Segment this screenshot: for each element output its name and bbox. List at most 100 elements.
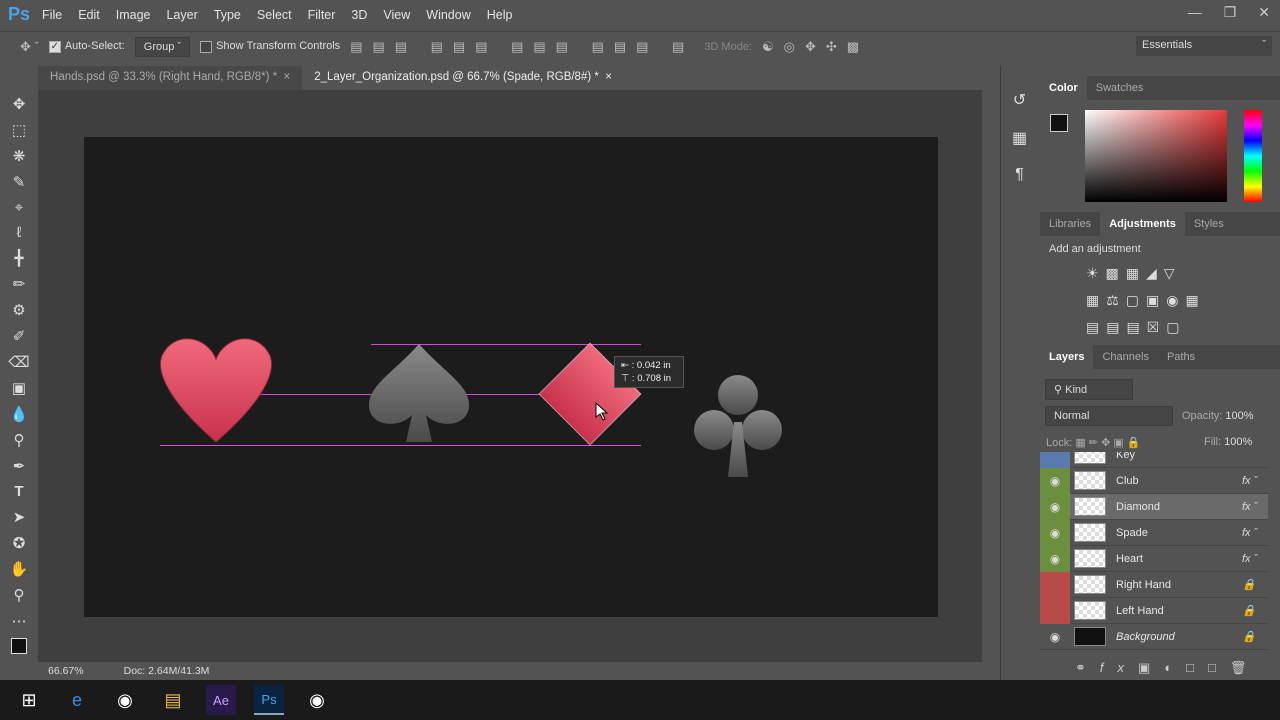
layer-row[interactable]: Right Hand 🔒 bbox=[1040, 571, 1268, 598]
history-panel-icon[interactable]: ↺ bbox=[1013, 90, 1026, 110]
type-tool-icon[interactable]: T bbox=[14, 483, 23, 500]
layer-actions[interactable]: ⚭fx▣◐□□🗑 bbox=[1075, 660, 1260, 676]
quick-select-icon[interactable]: ✎ bbox=[13, 173, 26, 191]
tab-hands[interactable]: Hands.psd @ 33.3% (Right Hand, RGB/8*) *… bbox=[38, 66, 303, 90]
color-field[interactable] bbox=[1085, 110, 1227, 202]
spade-shape[interactable] bbox=[369, 344, 469, 442]
auto-select-dropdown[interactable]: Group ˇ bbox=[134, 36, 191, 57]
close-tab-icon[interactable]: × bbox=[283, 71, 290, 83]
tab-styles[interactable]: Styles bbox=[1185, 212, 1233, 236]
zoom-level[interactable]: 66.67% bbox=[48, 665, 84, 677]
visibility-toggle[interactable] bbox=[1040, 452, 1070, 468]
marquee-tool-icon[interactable]: ⬚ bbox=[12, 121, 26, 139]
layer-row[interactable]: ◉ Club fx ˇ bbox=[1040, 467, 1268, 494]
more-tools-icon[interactable]: ⋯ bbox=[12, 612, 27, 630]
eye-icon[interactable]: ◉ bbox=[1040, 467, 1070, 494]
eye-icon[interactable]: ◉ bbox=[1040, 545, 1070, 572]
layer-row[interactable]: ◉ Spade fx ˇ bbox=[1040, 519, 1268, 546]
tab-layers[interactable]: Layers bbox=[1040, 345, 1094, 369]
history-brush-icon[interactable]: ✐ bbox=[13, 327, 26, 345]
fill-control[interactable]: Fill: 100% bbox=[1204, 436, 1252, 448]
fx-icon[interactable]: fx ˇ bbox=[1242, 527, 1268, 539]
menu-edit[interactable]: Edit bbox=[78, 8, 100, 22]
character-panel-icon[interactable]: ¶ bbox=[1015, 166, 1024, 184]
heart-shape[interactable] bbox=[160, 338, 272, 443]
fx-icon[interactable]: fx ˇ bbox=[1242, 553, 1268, 565]
foreground-color-swatch[interactable] bbox=[11, 638, 27, 654]
fx-icon[interactable]: fx ˇ bbox=[1242, 475, 1268, 487]
doc-size[interactable]: Doc: 2.64M/41.3M bbox=[124, 665, 210, 677]
menu-image[interactable]: Image bbox=[116, 8, 151, 22]
menu-help[interactable]: Help bbox=[487, 8, 513, 22]
club-shape[interactable] bbox=[694, 375, 782, 477]
auto-select-checkbox[interactable]: ✓ Auto-Select: bbox=[48, 40, 125, 53]
workspace-dropdown[interactable]: Essentials ˇ bbox=[1136, 36, 1272, 56]
shape-tool-icon[interactable]: ✪ bbox=[13, 534, 26, 552]
layer-row[interactable]: Left Hand 🔒 bbox=[1040, 597, 1268, 624]
hand-tool-icon[interactable]: ✋ bbox=[10, 560, 29, 578]
close-tab-icon[interactable]: × bbox=[605, 71, 612, 83]
visibility-toggle[interactable] bbox=[1040, 571, 1070, 598]
visibility-toggle[interactable] bbox=[1040, 597, 1070, 624]
brush-tool-icon[interactable]: ✏ bbox=[13, 275, 26, 293]
path-select-icon[interactable]: ➤ bbox=[13, 508, 26, 526]
tab-swatches[interactable]: Swatches bbox=[1087, 76, 1153, 100]
properties-panel-icon[interactable]: ▦ bbox=[1012, 128, 1027, 148]
blend-mode-dropdown[interactable]: Normal bbox=[1045, 406, 1173, 426]
eye-icon[interactable]: ◉ bbox=[1040, 624, 1070, 650]
document-canvas[interactable] bbox=[84, 137, 938, 617]
hue-slider[interactable] bbox=[1244, 110, 1262, 202]
menu-select[interactable]: Select bbox=[257, 8, 292, 22]
tab-paths[interactable]: Paths bbox=[1158, 345, 1204, 369]
layer-row[interactable]: ◉ Diamond fx ˇ bbox=[1040, 493, 1268, 520]
pen-tool-icon[interactable]: ✒ bbox=[13, 457, 26, 475]
tab-color[interactable]: Color bbox=[1040, 76, 1087, 100]
layer-row[interactable]: ◉ Background 🔒 bbox=[1040, 624, 1268, 650]
eye-icon[interactable]: ◉ bbox=[1040, 493, 1070, 520]
edge-icon[interactable]: e bbox=[62, 685, 92, 715]
file-explorer-icon[interactable]: ▤ bbox=[158, 685, 188, 715]
stamp-tool-icon[interactable]: ⚙ bbox=[12, 301, 25, 319]
after-effects-icon[interactable]: Ae bbox=[206, 685, 236, 715]
blur-tool-icon[interactable]: 💧 bbox=[10, 405, 29, 423]
eye-icon[interactable]: ◉ bbox=[1040, 519, 1070, 546]
tab-adjustments[interactable]: Adjustments bbox=[1100, 212, 1185, 236]
align-icons[interactable]: ▤▤▤ ▤▤▤ ▤▤▤ ▤▤▤ ▤ bbox=[350, 39, 694, 55]
close-icon[interactable]: ✕ bbox=[1258, 4, 1270, 21]
layer-row[interactable]: Key bbox=[1040, 452, 1268, 468]
lock-controls[interactable]: Lock: ▦ ✏ ✥ ▣ 🔒 bbox=[1046, 436, 1141, 449]
eraser-icon[interactable]: ⌫ bbox=[8, 353, 29, 371]
photoshop-taskbar-icon[interactable]: Ps bbox=[254, 685, 284, 715]
layer-filter-dropdown[interactable]: ⚲ Kind bbox=[1045, 379, 1133, 400]
menu-3d[interactable]: 3D bbox=[351, 8, 367, 22]
menu-type[interactable]: Type bbox=[214, 8, 241, 22]
move-tool-icon[interactable]: ✥ bbox=[13, 95, 26, 113]
menu-window[interactable]: Window bbox=[426, 8, 470, 22]
3d-mode-icons[interactable]: ☯◎✥✣▩ bbox=[762, 39, 869, 55]
dodge-tool-icon[interactable]: ⚲ bbox=[14, 431, 25, 449]
menu-layer[interactable]: Layer bbox=[166, 8, 197, 22]
layer-row[interactable]: ◉ Heart fx ˇ bbox=[1040, 545, 1268, 572]
zoom-tool-icon[interactable]: ⚲ bbox=[14, 586, 25, 604]
foreground-color[interactable] bbox=[1050, 114, 1068, 132]
browser-icon[interactable]: ◉ bbox=[302, 685, 332, 715]
tab-layer-organization[interactable]: 2_Layer_Organization.psd @ 66.7% (Spade,… bbox=[302, 66, 624, 90]
eyedropper-icon[interactable]: ℓ bbox=[17, 224, 22, 241]
lasso-tool-icon[interactable]: ❋ bbox=[13, 147, 26, 165]
menu-filter[interactable]: Filter bbox=[308, 8, 336, 22]
opacity-control[interactable]: Opacity: 100% bbox=[1182, 410, 1254, 422]
fx-icon[interactable]: fx ˇ bbox=[1242, 501, 1268, 513]
browser-icon[interactable]: ◉ bbox=[110, 685, 140, 715]
gradient-tool-icon[interactable]: ▣ bbox=[12, 379, 26, 397]
tab-libraries[interactable]: Libraries bbox=[1040, 212, 1100, 236]
menu-view[interactable]: View bbox=[383, 8, 410, 22]
restore-icon[interactable]: ❐ bbox=[1224, 4, 1237, 21]
show-transform-checkbox[interactable]: Show Transform Controls bbox=[200, 40, 340, 53]
windows-start-icon[interactable]: ⊞ bbox=[14, 685, 44, 715]
crop-tool-icon[interactable]: ⌖ bbox=[15, 199, 23, 216]
adjustment-icons[interactable]: ☀▩▦◢▽ ▦⚖▢▣◉▦ ▤▤▤☒▢ bbox=[1086, 260, 1246, 341]
tab-channels[interactable]: Channels bbox=[1093, 345, 1157, 369]
minimize-icon[interactable]: — bbox=[1188, 4, 1202, 21]
move-tool-icon[interactable]: ✥ ˇ bbox=[20, 39, 39, 55]
healing-brush-icon[interactable]: ╋ bbox=[14, 249, 23, 267]
